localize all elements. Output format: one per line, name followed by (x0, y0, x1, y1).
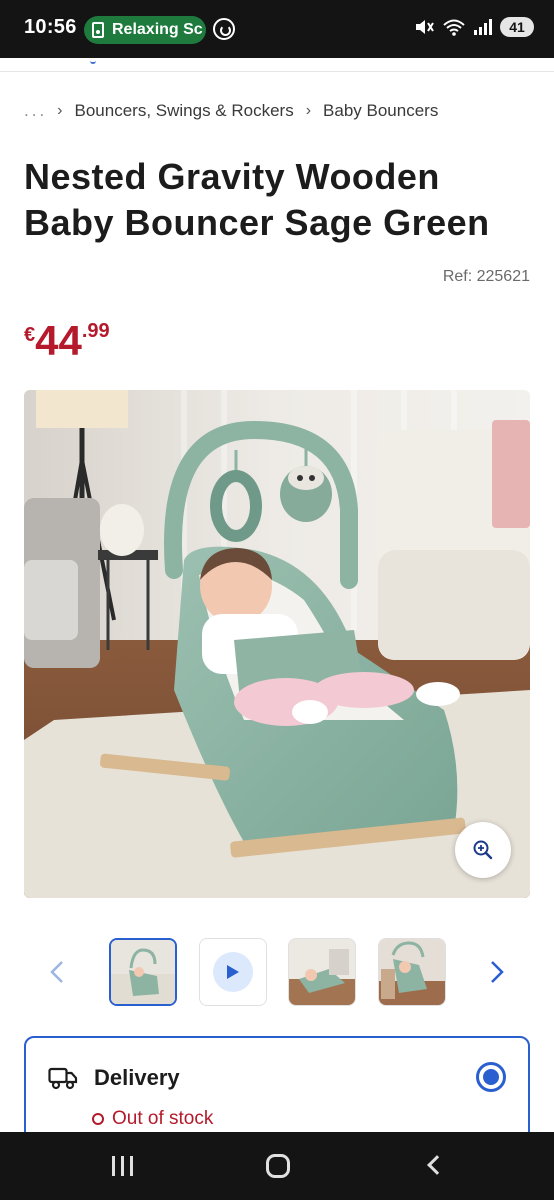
breadcrumb: ... › Bouncers, Swings & Rockers › Baby … (24, 101, 450, 121)
whatsapp-icon (213, 18, 235, 40)
thumbnail-image (379, 939, 445, 1005)
home-button[interactable] (266, 1154, 290, 1178)
chevron-right-icon (491, 961, 504, 983)
product-price: € 44 .99 (24, 318, 110, 364)
thumbnail-video[interactable] (199, 938, 267, 1006)
header-divider (0, 58, 554, 72)
carousel-prev-button[interactable] (42, 955, 72, 989)
speaker-icon (92, 22, 104, 38)
price-cents: .99 (81, 320, 110, 342)
back-button[interactable] (427, 1155, 447, 1175)
battery-indicator: 41 (500, 17, 534, 37)
wifi-icon (443, 19, 465, 36)
stock-status-icon (92, 1113, 104, 1125)
truck-icon (48, 1067, 78, 1090)
price-currency: € (24, 324, 36, 346)
status-bar: 10:56 Relaxing Sc 41 (0, 0, 554, 58)
breadcrumb-item-baby-bouncers[interactable]: Baby Bouncers (323, 101, 438, 121)
product-reference: Ref: 225621 (442, 268, 530, 285)
signal-icon (474, 19, 492, 35)
thumbnail-4[interactable] (378, 938, 446, 1006)
breadcrumb-item-bouncers[interactable]: Bouncers, Swings & Rockers (75, 101, 294, 121)
stock-status: Out of stock (92, 1108, 213, 1130)
stock-status-label: Out of stock (112, 1108, 214, 1129)
chevron-left-icon (50, 961, 63, 983)
mute-icon (416, 20, 434, 34)
zoom-in-icon (473, 840, 493, 860)
breadcrumb-chevron-icon: › (305, 102, 312, 119)
media-playing-label: Relaxing Sc (112, 21, 203, 38)
breadcrumb-ellipsis[interactable]: ... (24, 101, 47, 121)
media-playing-pill[interactable]: Relaxing Sc (84, 16, 206, 44)
thumbnail-1[interactable] (109, 938, 177, 1006)
breadcrumb-chevron-icon: › (57, 102, 63, 119)
product-main-image[interactable] (24, 390, 530, 898)
zoom-button[interactable] (455, 822, 511, 878)
delivery-title: Delivery (94, 1065, 180, 1090)
delivery-radio[interactable] (476, 1062, 506, 1092)
thumbnail-3[interactable] (288, 938, 356, 1006)
play-icon (227, 965, 239, 979)
price-main: 44 (35, 317, 82, 364)
carousel-next-button[interactable] (482, 955, 512, 989)
thumbnail-image (289, 939, 355, 1005)
system-navigation-bar (0, 1132, 554, 1200)
product-title: Nested Gravity Wooden Baby Bouncer Sage … (24, 156, 490, 243)
recent-apps-button[interactable] (112, 1156, 133, 1176)
play-button (213, 952, 253, 992)
bouncer-photo (24, 390, 530, 898)
status-indicators: 41 (414, 17, 534, 37)
status-time: 10:56 (24, 16, 77, 38)
thumbnail-image (111, 940, 175, 1004)
